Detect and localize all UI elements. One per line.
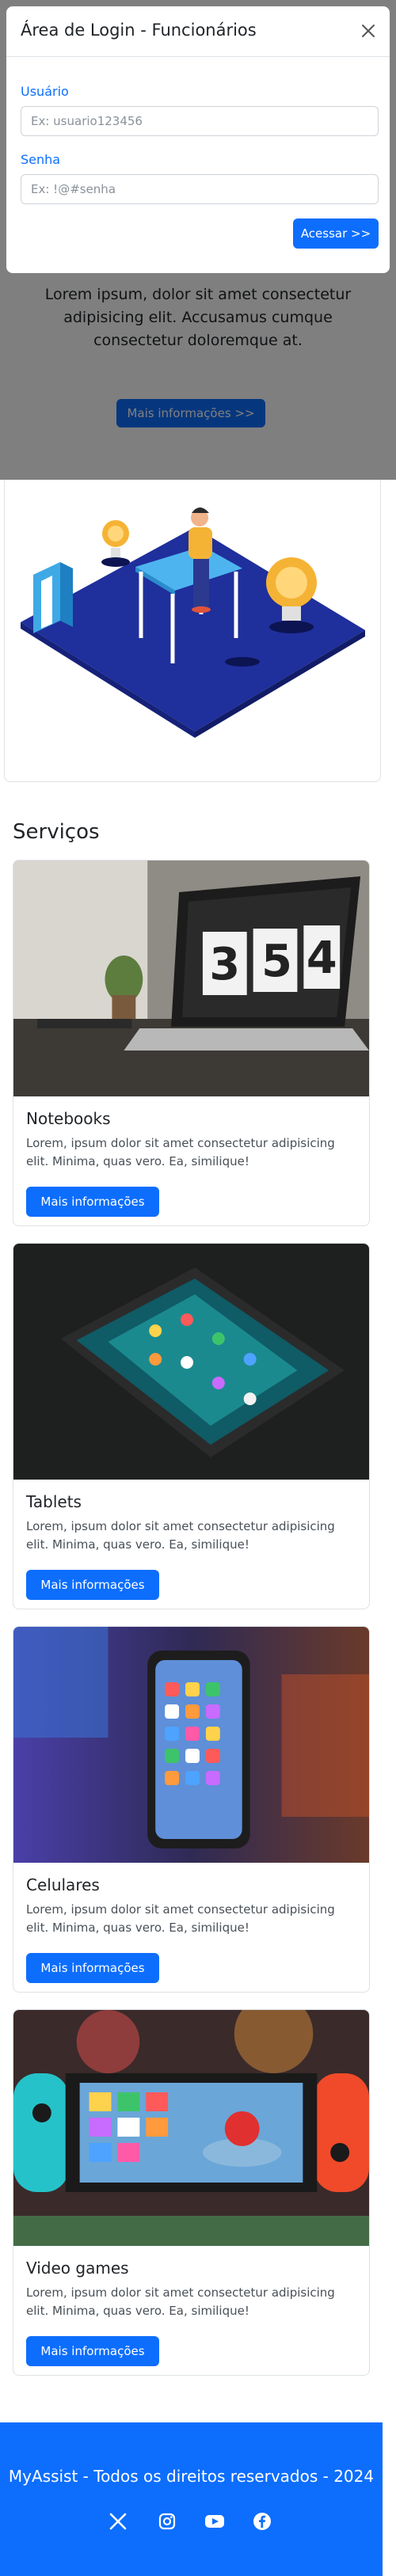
login-modal: Área de Login - Funcionários Usuário Sen… <box>6 6 390 273</box>
game-console-image <box>13 2010 369 2246</box>
facebook-icon[interactable] <box>250 2510 274 2533</box>
service-card-video-games: Video games Lorem, ipsum dolor sit amet … <box>13 2009 370 2376</box>
service-more-info-button[interactable]: Mais informações <box>26 1570 159 1600</box>
service-card-notebooks: 3 5 4 Notebooks Lorem, ipsum dolor sit a… <box>13 860 370 1226</box>
illustration-card <box>4 480 381 782</box>
service-more-info-button[interactable]: Mais informações <box>26 1187 159 1217</box>
service-more-info-button[interactable]: Mais informações <box>26 1953 159 1983</box>
x-icon[interactable] <box>106 2510 130 2533</box>
submit-button[interactable]: Acessar >> <box>293 218 379 249</box>
service-description: Lorem, ipsum dolor sit amet consectetur … <box>26 1136 335 1168</box>
service-card-phones: Celulares Lorem, ipsum dolor sit amet co… <box>13 1626 370 1993</box>
svg-text:3: 3 <box>209 939 240 990</box>
user-input[interactable] <box>21 106 379 136</box>
service-description: Lorem, ipsum dolor sit amet consectetur … <box>26 2285 335 2318</box>
notebook-image: 3 5 4 <box>13 861 369 1096</box>
password-input[interactable] <box>21 174 379 204</box>
service-title: Notebooks <box>26 1109 111 1128</box>
phone-image <box>13 1627 369 1863</box>
workspace-illustration <box>21 507 365 738</box>
footer-copyright: MyAssist - Todos os direitos reservados … <box>8 2467 375 2486</box>
services-title: Serviços <box>13 820 100 844</box>
tablet-image <box>13 1244 369 1480</box>
modal-header: Área de Login - Funcionários <box>6 6 390 57</box>
close-icon[interactable] <box>358 21 379 41</box>
service-title: Tablets <box>26 1492 82 1511</box>
service-more-info-button[interactable]: Mais informações <box>26 2336 159 2366</box>
user-label: Usuário <box>21 84 69 99</box>
modal-title: Área de Login - Funcionários <box>21 21 257 40</box>
service-description: Lorem, ipsum dolor sit amet consectetur … <box>26 1902 335 1935</box>
instagram-icon[interactable] <box>155 2510 179 2533</box>
service-card-tablets: Tablets Lorem, ipsum dolor sit amet cons… <box>13 1243 370 1609</box>
service-title: Celulares <box>26 1875 100 1894</box>
footer: MyAssist - Todos os direitos reservados … <box>0 2422 383 2576</box>
service-description: Lorem, ipsum dolor sit amet consectetur … <box>26 1519 335 1552</box>
svg-text:4: 4 <box>307 933 337 984</box>
password-label: Senha <box>21 152 61 167</box>
youtube-icon[interactable] <box>203 2510 227 2533</box>
service-title: Video games <box>26 2259 129 2278</box>
svg-text:5: 5 <box>261 936 292 987</box>
